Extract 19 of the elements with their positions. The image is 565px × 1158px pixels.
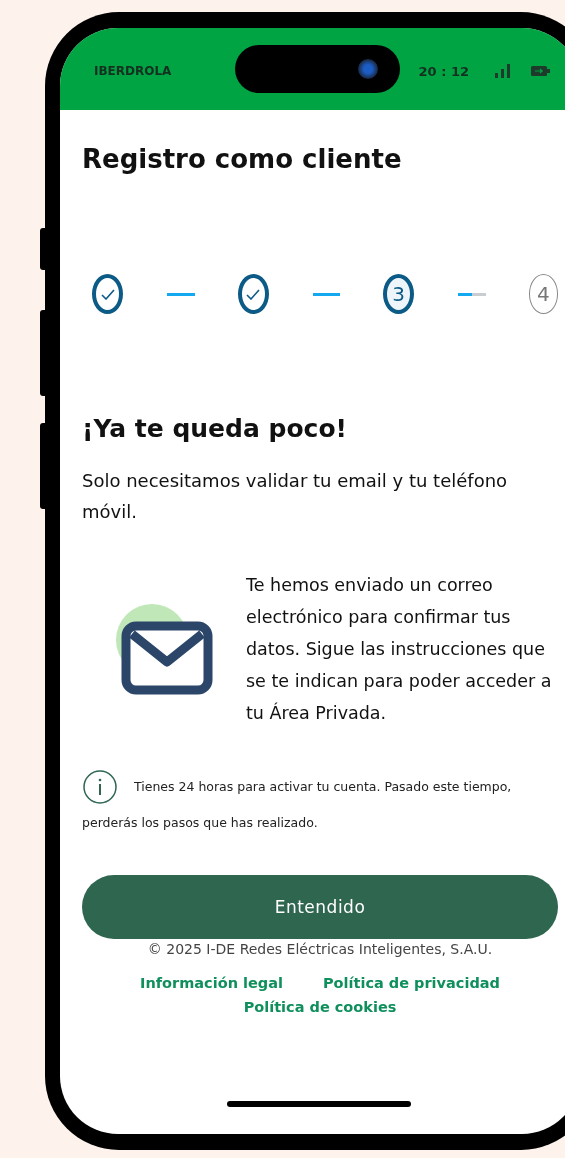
footer-link[interactable]: Información legal: [140, 975, 283, 991]
footer-link[interactable]: Política de privacidad: [322, 975, 500, 991]
confirm-button[interactable]: Entendido: [82, 875, 558, 939]
clock-time: 20 : 12: [418, 63, 469, 79]
footer-link[interactable]: Política de cookies: [243, 999, 397, 1015]
step-number: 3: [383, 274, 415, 314]
camera-lens-icon: [358, 59, 378, 79]
intro-text: Solo necesitamos validar tu email y tu teléfono móvil.: [82, 469, 509, 524]
signal-icon: [495, 64, 511, 78]
info-note: Tienes 24 horas para activar tu cuenta. Pasado este tiempo, perderás los pasos que has realizado.: [82, 769, 558, 841]
page-title: Registro como cliente: [82, 144, 403, 174]
copyright-text: © 2025 I-DE Redes Eléctricas Inteligentes, S.A.U.: [146, 941, 494, 957]
envelope-icon: [114, 601, 214, 697]
email-sent-message: Te hemos enviado un correo electrónico para confirmar tus datos. Sigue las instrucciones que se te indican para poder acceder a tu Área Privada.: [246, 574, 553, 725]
section-heading: ¡Ya te queda poco!: [82, 414, 348, 443]
battery-icon: [531, 66, 550, 76]
info-icon: [82, 769, 118, 805]
carrier-name: IBERDROLA: [94, 64, 172, 78]
step-number: 4: [528, 274, 558, 314]
